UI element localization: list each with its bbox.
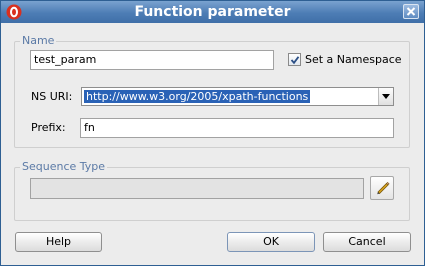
cancel-button-label: Cancel [348, 235, 386, 248]
ok-button-label: OK [263, 235, 279, 248]
edit-sequence-type-button[interactable] [370, 176, 394, 200]
prefix-field[interactable]: fn [80, 118, 394, 138]
sequence-type-legend: Sequence Type [20, 160, 108, 174]
sequence-type-field [30, 178, 364, 199]
checkmark-icon [290, 56, 300, 65]
set-namespace-checkbox[interactable] [288, 53, 301, 66]
ns-uri-value[interactable]: http://www.w3.org/2005/xpath-functions [84, 90, 311, 103]
chevron-down-icon [382, 94, 390, 99]
name-group-legend: Name [20, 34, 57, 48]
ns-uri-combobox[interactable]: http://www.w3.org/2005/xpath-functions [81, 87, 394, 106]
close-icon [406, 7, 416, 16]
pencil-icon [377, 181, 390, 195]
name-field[interactable]: test_param [30, 50, 274, 70]
close-button[interactable] [403, 4, 419, 19]
ns-uri-dropdown-button[interactable] [378, 88, 393, 105]
window-title: Function parameter [134, 4, 291, 20]
title-bar[interactable]: Function parameter [1, 1, 424, 23]
ok-button[interactable]: OK [227, 232, 315, 252]
help-button[interactable]: Help [15, 232, 102, 252]
help-button-label: Help [45, 235, 72, 248]
prefix-label: Prefix: [31, 121, 66, 134]
function-parameter-dialog: Function parameter Name test_param Set a… [0, 0, 425, 266]
ns-uri-label: NS URI: [31, 90, 73, 103]
cancel-button[interactable]: Cancel [323, 232, 411, 252]
set-namespace-label[interactable]: Set a Namespace [305, 53, 402, 67]
